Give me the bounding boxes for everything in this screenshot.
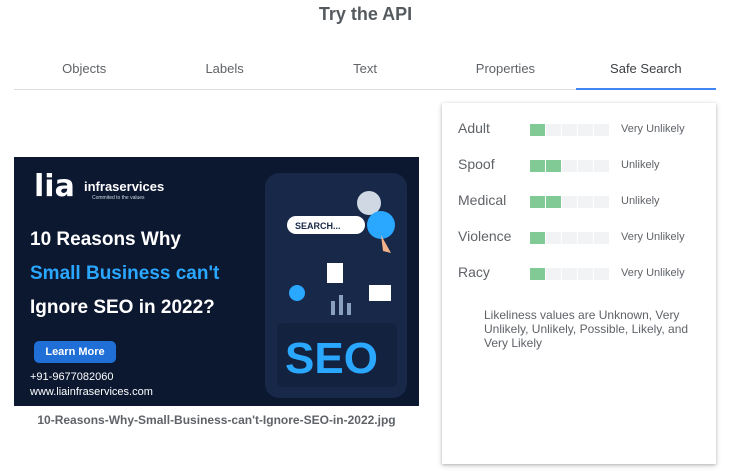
likelihood-bar [530,160,609,172]
safe-search-row: Spoof Unlikely [458,156,708,176]
chart-icon [369,285,391,301]
likelihood-segment [530,160,545,172]
likelihood-segment [562,232,577,244]
cloud-icon [367,211,395,239]
likelihood-segment [578,196,593,208]
image-logo: lia [34,169,75,204]
likelihood-segment [546,124,561,136]
likelihood-value: Unlikely [621,159,660,171]
uploaded-image: lia infraservices Commited to the values… [14,157,419,406]
safe-search-category: Violence [458,228,512,244]
likelihood-segment [546,268,561,280]
page-title: Try the API [318,4,413,24]
tab-safe-search[interactable]: Safe Search [575,52,717,90]
likelihood-segment [530,268,545,280]
safe-search-category: Medical [458,192,507,208]
likelihood-segment [578,124,593,136]
image-headline-1: 10 Reasons Why [30,229,181,250]
safe-search-row: Violence Very Unlikely [458,228,708,248]
likelihood-bar [530,124,609,136]
likelihood-segment [546,196,561,208]
seo-illustration-graphic: SEARCH... SEO [277,191,397,387]
safe-search-row: Adult Very Unlikely [458,120,708,140]
image-learn-more: Learn More [34,341,116,363]
tab-properties[interactable]: Properties [435,52,575,89]
likelihood-segment [594,268,609,280]
likeliness-note: Likeliness values are Unknown, Very Unli… [484,308,689,350]
image-filename: 10-Reasons-Why-Small-Business-can't-Igno… [37,413,396,427]
seo-illustration: SEARCH... SEO [265,173,407,398]
likelihood-value: Very Unlikely [621,123,685,135]
document-icon [327,263,343,283]
tab-bar: Objects Labels Text Properties Safe Sear… [14,52,717,90]
safe-search-category: Spoof [458,156,495,172]
image-phone: +91-9677082060 [30,371,114,383]
likelihood-segment [546,160,561,172]
bar-icon [339,295,343,315]
magnifier-icon [357,191,381,215]
image-logo-sub: infraservices [84,179,165,194]
tab-labels[interactable]: Labels [154,52,294,89]
bar-icon [347,303,351,315]
likelihood-value: Very Unlikely [621,231,685,243]
likelihood-segment [594,160,609,172]
image-headline-2: Small Business can't [30,263,220,284]
likelihood-value: Unlikely [621,195,660,207]
likelihood-segment [594,196,609,208]
likelihood-bar [530,232,609,244]
globe-icon [289,285,305,301]
safe-search-category: Adult [458,120,490,136]
likelihood-segment [530,232,545,244]
likelihood-bar [530,196,609,208]
likelihood-bar [530,268,609,280]
safe-search-row: Racy Very Unlikely [458,264,708,284]
safe-search-panel: Adult Very Unlikely Spoof Unlikely Medical Un… [442,103,716,464]
safe-search-category: Racy [458,264,490,280]
safe-search-row: Medical Unlikely [458,192,708,212]
image-website: www.liainfraservices.com [30,386,153,398]
likelihood-segment [578,232,593,244]
likelihood-segment [562,268,577,280]
bar-icon [331,301,335,315]
likelihood-value: Very Unlikely [621,267,685,279]
likelihood-segment [594,124,609,136]
seo-text: SEO [285,334,378,383]
likelihood-segment [562,124,577,136]
search-bar-text: SEARCH... [295,221,341,231]
tab-text[interactable]: Text [295,52,435,89]
likelihood-segment [594,232,609,244]
image-headline-3: Ignore SEO in 2022? [30,297,215,318]
likelihood-segment [530,196,545,208]
likelihood-segment [562,160,577,172]
likelihood-segment [562,196,577,208]
likelihood-segment [578,268,593,280]
image-logo-tag: Commited to the values [92,195,145,201]
likelihood-segment [578,160,593,172]
tab-objects[interactable]: Objects [14,52,154,89]
likelihood-segment [530,124,545,136]
likelihood-segment [546,232,561,244]
